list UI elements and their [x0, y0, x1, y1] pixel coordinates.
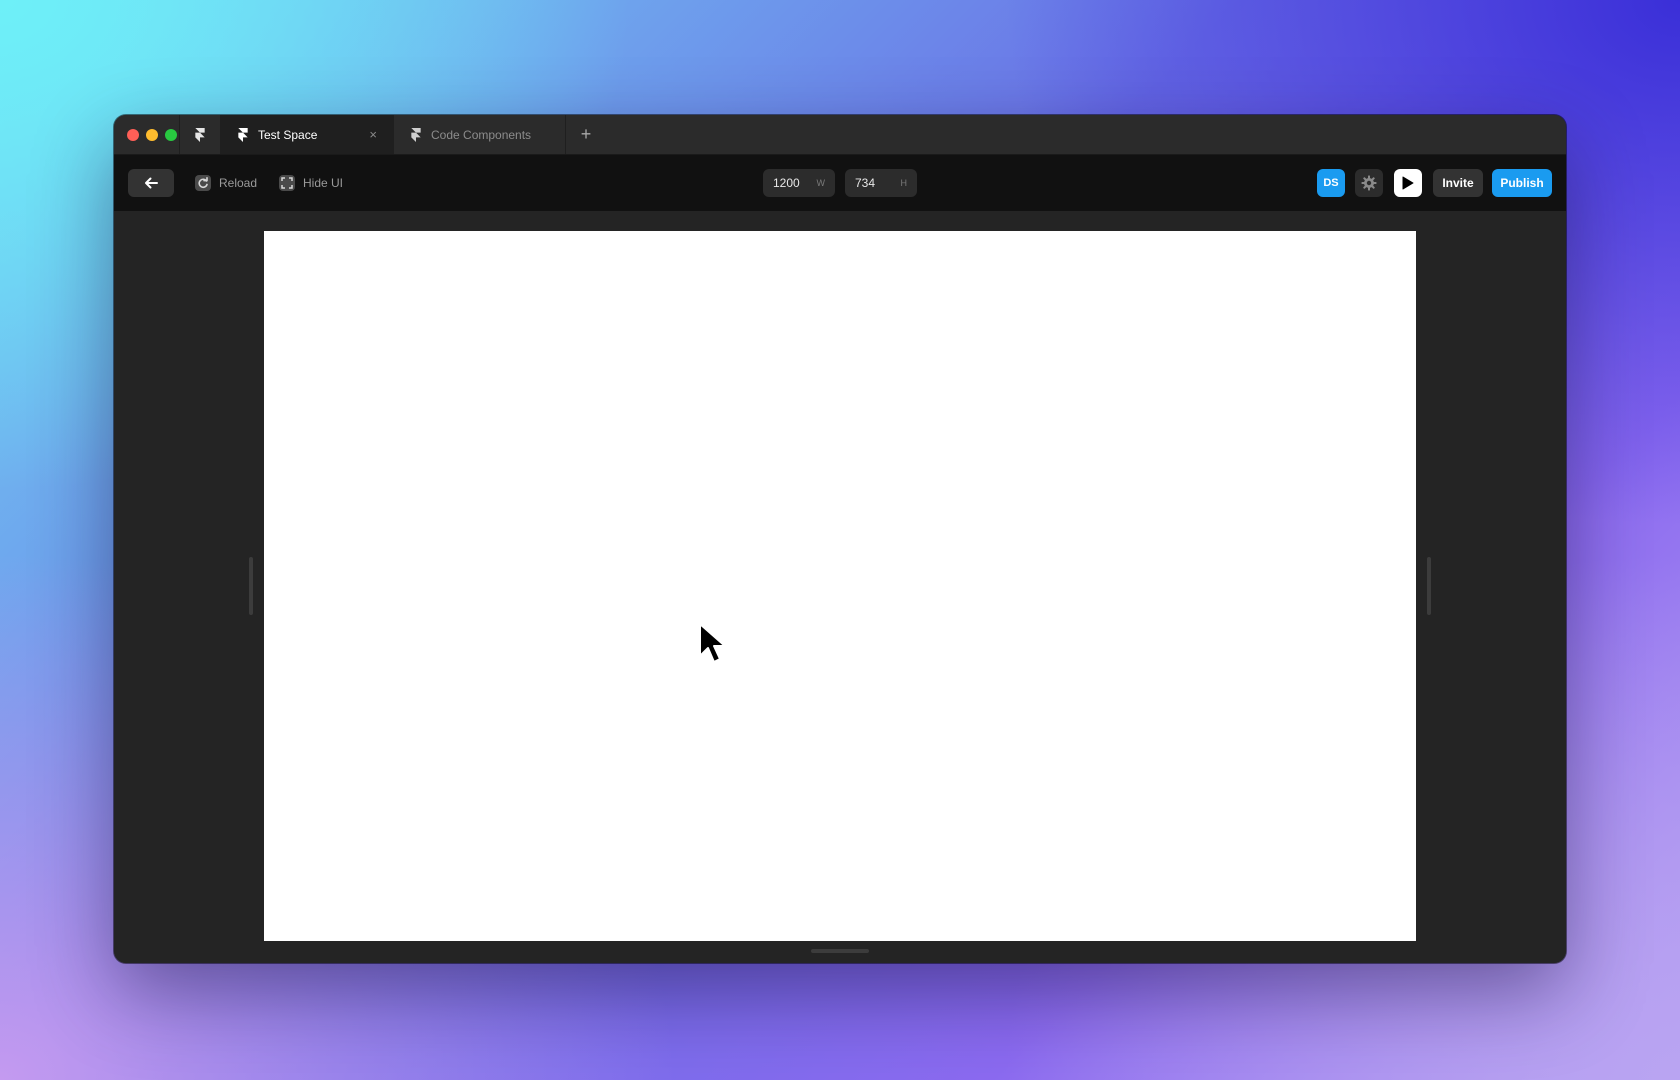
window-controls — [114, 115, 179, 154]
hide-ui-icon — [279, 175, 295, 191]
framer-logo-icon — [238, 127, 248, 142]
tab-bar: Test Space × Code Components + — [114, 115, 1566, 155]
hide-ui-label: Hide UI — [303, 176, 344, 190]
height-unit: H — [900, 178, 908, 188]
close-window-button[interactable] — [127, 128, 139, 141]
reload-label: Reload — [219, 176, 258, 190]
publish-button[interactable]: Publish — [1492, 169, 1552, 197]
toolbar: Reload Hide UI 1200 W 734 H DS Invite Pu… — [114, 155, 1566, 211]
canvas-area — [114, 211, 1566, 963]
resize-handle-bottom[interactable] — [811, 949, 869, 953]
height-value: 734 — [855, 176, 876, 190]
avatar[interactable]: DS — [1317, 169, 1345, 197]
settings-button[interactable] — [1355, 169, 1383, 197]
preview-canvas[interactable] — [264, 231, 1416, 941]
maximize-window-button[interactable] — [165, 128, 177, 141]
tab-label: Test Space — [258, 127, 318, 142]
reload-icon — [195, 175, 211, 191]
tab-label-group: Code Components — [410, 127, 532, 142]
resize-handle-right[interactable] — [1427, 557, 1431, 615]
back-button[interactable] — [128, 169, 174, 197]
hide-ui-button[interactable]: Hide UI — [279, 169, 343, 197]
minimize-window-button[interactable] — [146, 128, 158, 141]
invite-button[interactable]: Invite — [1433, 169, 1483, 197]
preview-button[interactable] — [1394, 169, 1422, 197]
new-tab-button[interactable]: + — [566, 115, 606, 154]
arrow-left-icon — [145, 177, 158, 189]
resize-handle-left[interactable] — [249, 557, 253, 615]
tab-label: Code Components — [431, 127, 532, 142]
tab-test-space[interactable]: Test Space × — [220, 115, 393, 154]
height-input[interactable]: 734 H — [845, 169, 917, 197]
framer-logo-icon — [411, 127, 421, 142]
tab-label-group: Test Space — [237, 127, 318, 142]
play-icon — [1402, 176, 1414, 190]
width-value: 1200 — [773, 176, 800, 190]
home-tab[interactable] — [179, 115, 220, 154]
close-tab-icon[interactable]: × — [369, 127, 377, 142]
framer-logo-icon — [195, 127, 205, 142]
width-unit: W — [816, 178, 826, 188]
mouse-cursor-icon — [699, 623, 726, 663]
width-input[interactable]: 1200 W — [763, 169, 835, 197]
app-window: Test Space × Code Components + Reload Hi… — [114, 115, 1566, 963]
gear-icon — [1361, 175, 1377, 191]
reload-button[interactable]: Reload — [195, 169, 257, 197]
tab-code-components[interactable]: Code Components — [393, 115, 566, 154]
